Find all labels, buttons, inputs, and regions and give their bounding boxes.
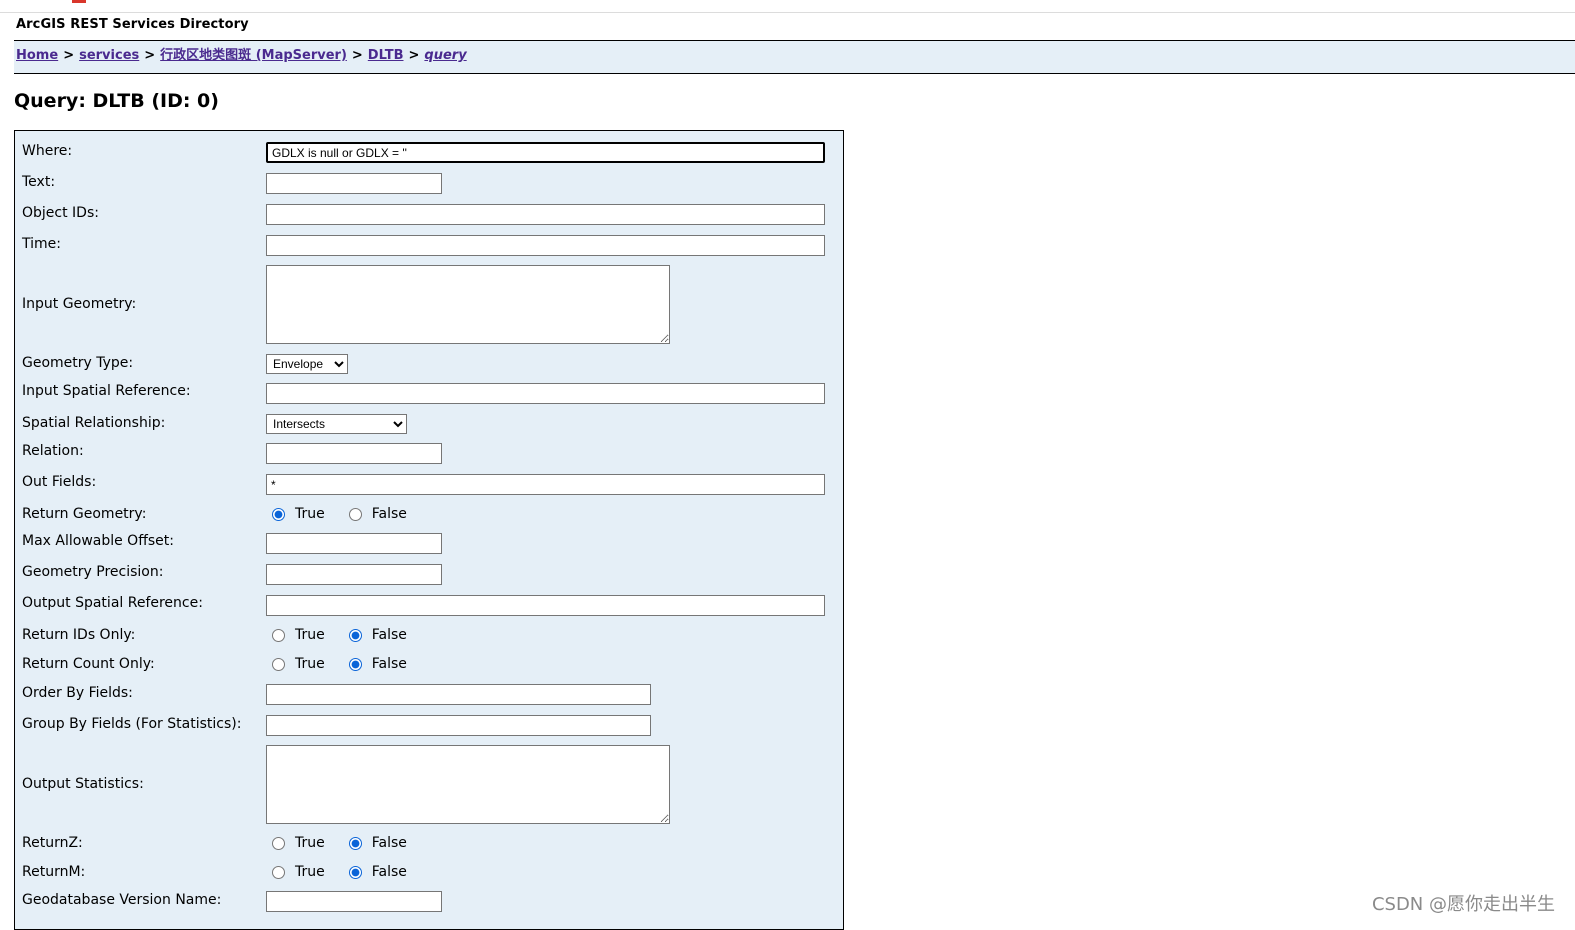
output-spatial-reference-input[interactable]: [266, 595, 825, 616]
geometry-type-label: Geometry Type:: [22, 355, 134, 371]
time-label: Time:: [22, 236, 61, 252]
return-geometry-label: Return Geometry:: [22, 506, 147, 522]
breadcrumb-mapserver-link[interactable]: 行政区地类图斑 (MapServer): [160, 48, 347, 63]
return-ids-only-false-option[interactable]: False: [345, 627, 407, 643]
return-m-true-label: True: [295, 864, 325, 880]
output-statistics-label: Output Statistics:: [22, 776, 144, 792]
where-label: Where:: [22, 143, 73, 159]
return-geometry-false-radio[interactable]: [348, 507, 362, 521]
max-allowable-offset-label: Max Allowable Offset:: [22, 533, 174, 549]
return-count-only-false-label: False: [371, 656, 407, 672]
geometry-precision-label: Geometry Precision:: [22, 564, 164, 580]
return-z-false-label: False: [371, 835, 407, 851]
return-z-false-radio[interactable]: [348, 836, 362, 850]
return-m-false-radio[interactable]: [348, 865, 362, 879]
directory-title: ArcGIS REST Services Directory: [16, 17, 249, 32]
gdb-version-input[interactable]: [266, 891, 442, 912]
return-count-only-radio-group: True False: [268, 656, 427, 672]
order-by-fields-label: Order By Fields:: [22, 685, 133, 701]
return-count-only-false-option[interactable]: False: [345, 656, 407, 672]
where-input[interactable]: [266, 142, 825, 163]
spatial-relationship-select[interactable]: Intersects: [266, 414, 407, 434]
out-fields-input[interactable]: [266, 474, 825, 495]
breadcrumb-query-link[interactable]: query: [424, 48, 466, 63]
return-count-only-true-radio[interactable]: [272, 657, 285, 671]
return-m-false-option[interactable]: False: [345, 864, 407, 880]
return-count-only-false-radio[interactable]: [348, 657, 362, 671]
return-ids-only-radio-group: True False: [268, 627, 427, 643]
breadcrumb-layer-link[interactable]: DLTB: [368, 48, 404, 63]
spatial-relationship-label: Spatial Relationship:: [22, 415, 166, 431]
out-fields-label: Out Fields:: [22, 474, 97, 490]
text-label: Text:: [22, 174, 56, 190]
relation-input[interactable]: [266, 443, 442, 464]
watermark: CSDN @愿你走出半生: [1371, 894, 1555, 915]
breadcrumb-separator: >: [144, 48, 156, 63]
return-ids-only-label: Return IDs Only:: [22, 627, 136, 643]
input-spatial-reference-input[interactable]: [266, 383, 825, 404]
page-title: Query: DLTB (ID: 0): [14, 90, 219, 112]
return-m-false-label: False: [371, 864, 407, 880]
breadcrumb-separator: >: [408, 48, 420, 63]
group-by-fields-input[interactable]: [266, 715, 651, 736]
top-accent-mark: [72, 0, 86, 3]
return-geometry-false-label: False: [371, 506, 407, 522]
return-m-true-option[interactable]: True: [268, 864, 325, 880]
input-geometry-label: Input Geometry:: [22, 296, 137, 312]
return-z-true-label: True: [295, 835, 325, 851]
return-ids-only-true-label: True: [295, 627, 325, 643]
return-z-label: ReturnZ:: [22, 835, 83, 851]
breadcrumb-separator: >: [351, 48, 363, 63]
return-m-true-radio[interactable]: [272, 865, 285, 879]
input-geometry-textarea[interactable]: [266, 265, 670, 344]
return-z-radio-group: True False: [268, 835, 427, 851]
output-statistics-textarea[interactable]: [266, 745, 670, 824]
return-count-only-true-label: True: [295, 656, 325, 672]
return-geometry-radio-group: True False: [268, 506, 427, 522]
return-z-false-option[interactable]: False: [345, 835, 407, 851]
object-ids-input[interactable]: [266, 204, 825, 225]
input-spatial-reference-label: Input Spatial Reference:: [22, 383, 191, 399]
breadcrumb-services-link[interactable]: services: [79, 48, 139, 63]
return-m-label: ReturnM:: [22, 864, 86, 880]
order-by-fields-input[interactable]: [266, 684, 651, 705]
return-geometry-false-option[interactable]: False: [345, 506, 407, 522]
text-input[interactable]: [266, 173, 442, 194]
breadcrumb: Home > services > 行政区地类图斑 (MapServer) > DLTB > q…: [16, 44, 467, 63]
return-geometry-true-radio[interactable]: [272, 507, 285, 521]
return-geometry-true-label: True: [295, 506, 325, 522]
output-spatial-reference-label: Output Spatial Reference:: [22, 595, 203, 611]
relation-label: Relation:: [22, 443, 84, 459]
return-m-radio-group: True False: [268, 864, 427, 880]
gdb-version-label: Geodatabase Version Name:: [22, 892, 222, 908]
geometry-precision-input[interactable]: [266, 564, 442, 585]
return-ids-only-false-radio[interactable]: [348, 628, 362, 642]
query-form: Where: Text: Object IDs: Time: Input Geo…: [14, 130, 844, 930]
breadcrumb-separator: >: [63, 48, 75, 63]
time-input[interactable]: [266, 235, 825, 256]
return-ids-only-true-radio[interactable]: [272, 628, 285, 642]
return-count-only-label: Return Count Only:: [22, 656, 155, 672]
return-z-true-radio[interactable]: [272, 836, 285, 850]
return-z-true-option[interactable]: True: [268, 835, 325, 851]
group-by-fields-label: Group By Fields (For Statistics):: [22, 716, 242, 732]
return-ids-only-true-option[interactable]: True: [268, 627, 325, 643]
browser-top-strip: [0, 0, 1575, 13]
breadcrumb-home-link[interactable]: Home: [16, 48, 58, 63]
return-count-only-true-option[interactable]: True: [268, 656, 325, 672]
object-ids-label: Object IDs:: [22, 205, 99, 221]
return-geometry-true-option[interactable]: True: [268, 506, 325, 522]
breadcrumb-bar: Home > services > 行政区地类图斑 (MapServer) > DLTB > q…: [14, 40, 1575, 74]
return-ids-only-false-label: False: [371, 627, 407, 643]
max-allowable-offset-input[interactable]: [266, 533, 442, 554]
geometry-type-select[interactable]: Envelope: [266, 354, 348, 374]
